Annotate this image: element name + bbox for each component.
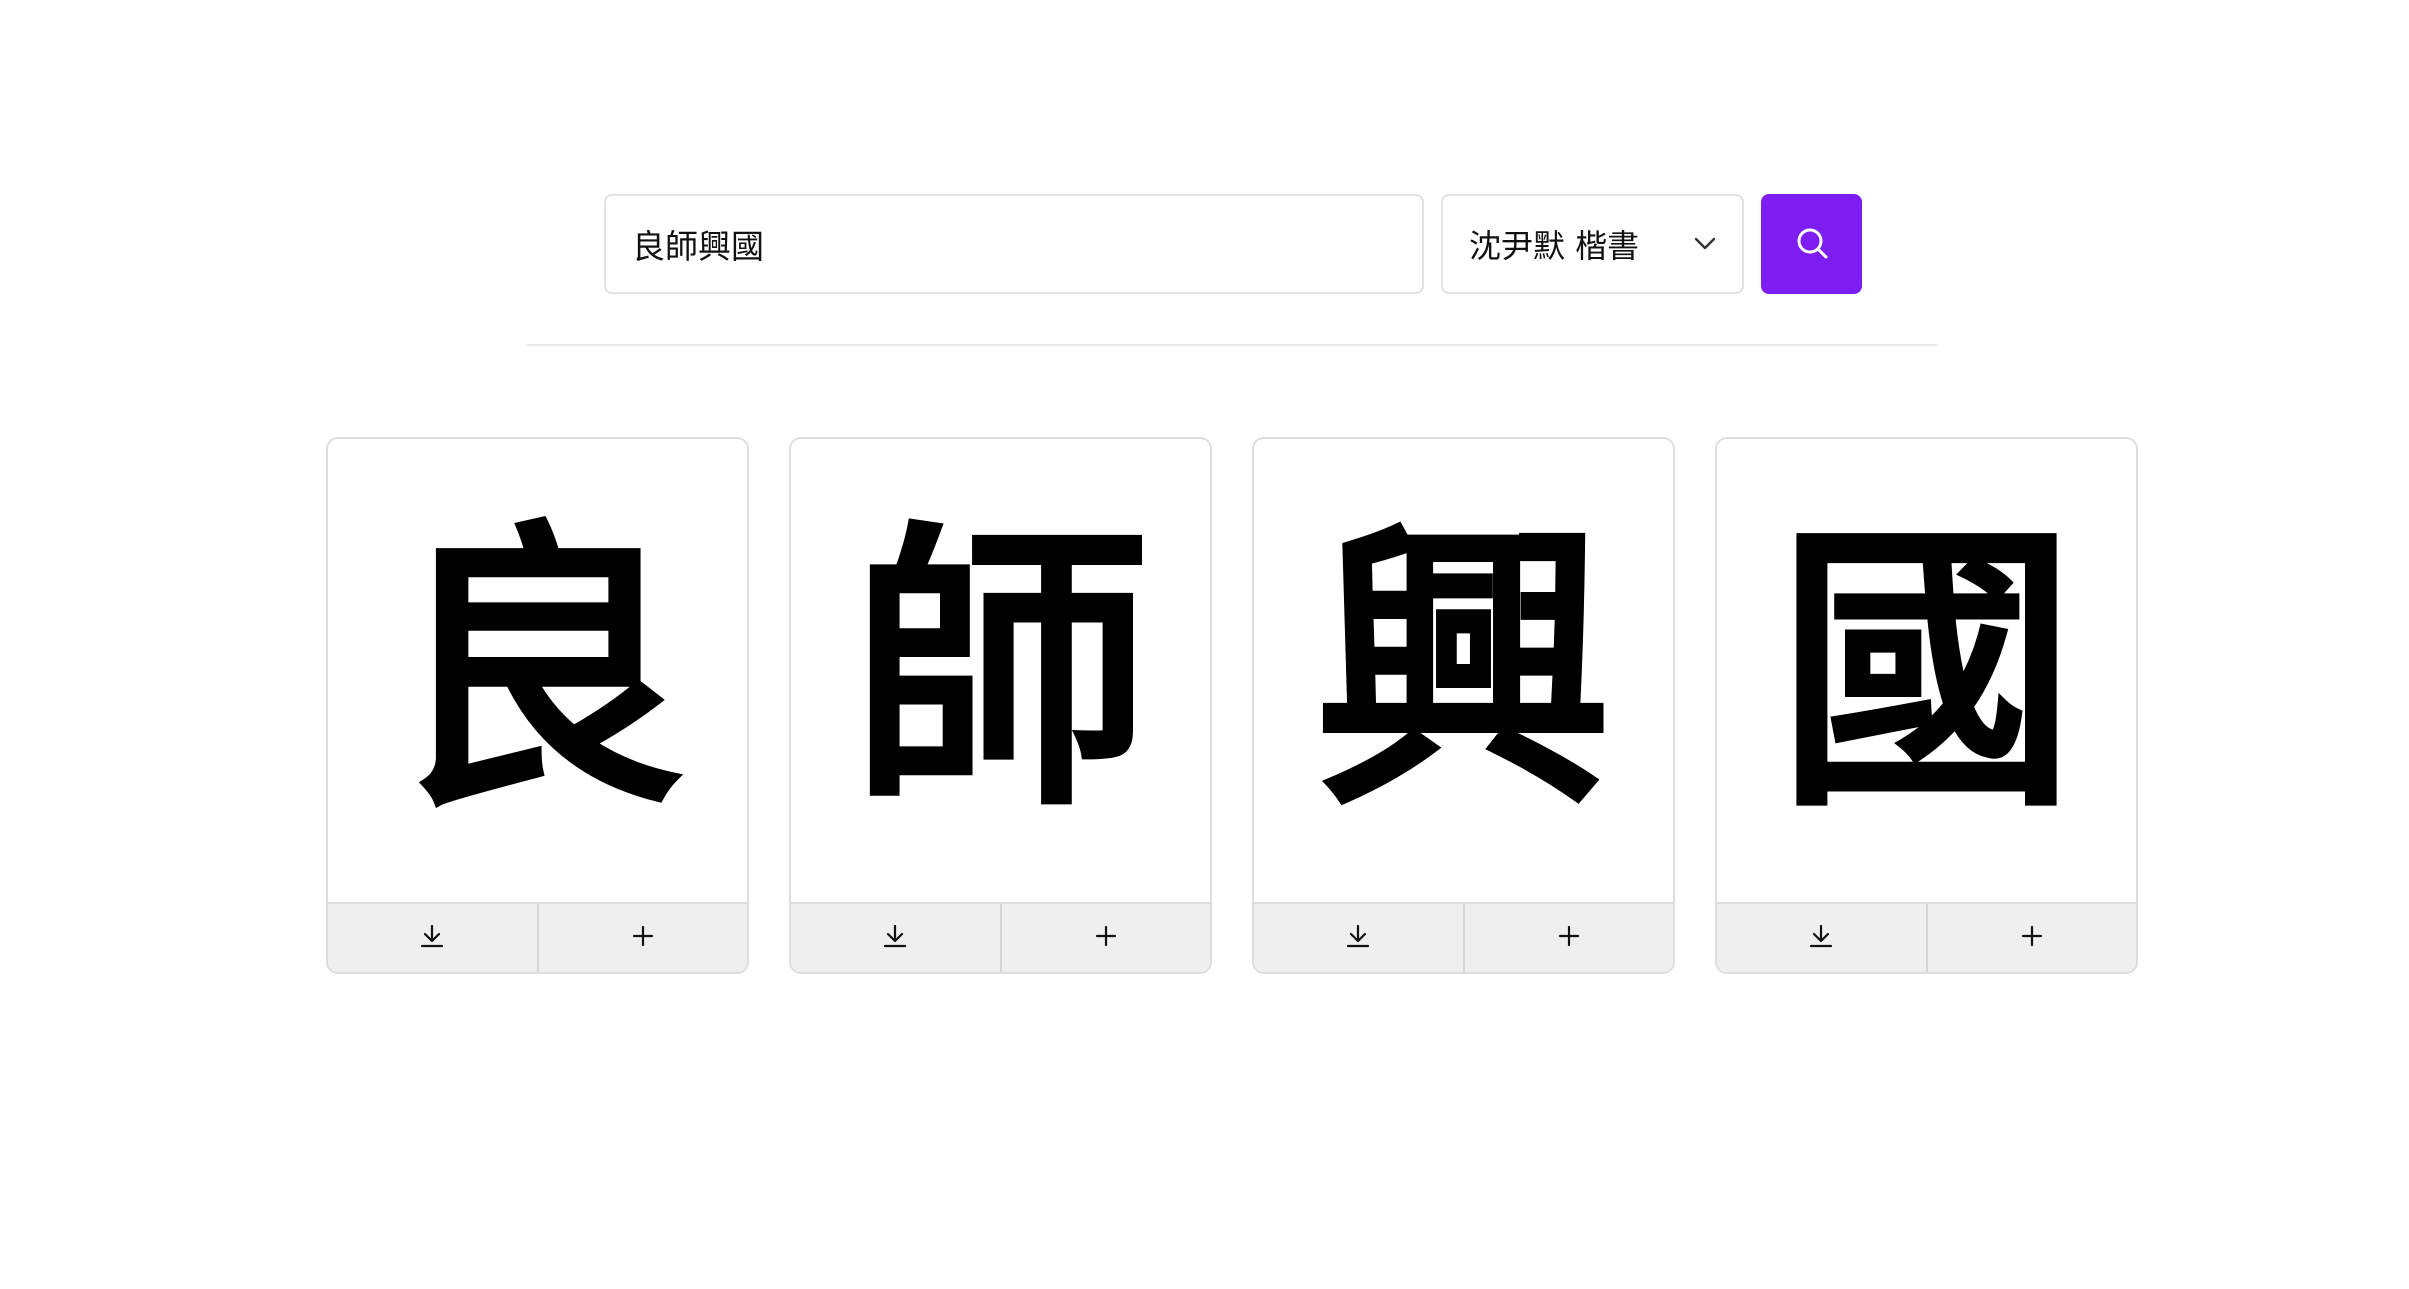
add-button[interactable] (536, 904, 747, 972)
calligraphy-image: 興 (1254, 439, 1673, 902)
calligraphy-character: 良 (387, 493, 688, 847)
card-actions (1254, 902, 1673, 972)
download-button[interactable] (791, 904, 1000, 972)
calligraphy-image: 良 (328, 439, 747, 902)
divider (527, 344, 1937, 346)
result-card: 良 (326, 437, 749, 974)
card-actions (328, 902, 747, 972)
download-button[interactable] (1717, 904, 1926, 972)
results-grid: 良 師 興 國 (326, 437, 2138, 974)
download-icon (419, 923, 445, 953)
download-icon (1345, 923, 1371, 953)
plus-icon (1095, 925, 1117, 951)
download-button[interactable] (1254, 904, 1463, 972)
plus-icon (632, 925, 654, 951)
download-icon (1808, 923, 1834, 953)
result-card: 興 (1252, 437, 1675, 974)
result-card: 師 (789, 437, 1212, 974)
page: 沈尹默 楷書 良 (0, 0, 2409, 1289)
card-actions (791, 902, 1210, 972)
calligrapher-style-select[interactable]: 沈尹默 楷書 (1441, 194, 1744, 294)
chevron-down-icon (1694, 237, 1716, 251)
result-card: 國 (1715, 437, 2138, 974)
calligraphy-image: 國 (1717, 439, 2136, 902)
plus-icon (1558, 925, 1580, 951)
download-icon (882, 923, 908, 953)
search-button[interactable] (1761, 194, 1862, 294)
card-actions (1717, 902, 2136, 972)
calligraphy-character: 國 (1776, 493, 2077, 847)
add-button[interactable] (1925, 904, 2136, 972)
search-input[interactable] (604, 194, 1424, 294)
search-icon (1794, 225, 1830, 264)
calligraphy-character: 師 (850, 493, 1151, 847)
calligrapher-style-selected-value: 沈尹默 楷書 (1469, 227, 1640, 265)
calligraphy-character: 興 (1313, 493, 1614, 847)
add-button[interactable] (1462, 904, 1673, 972)
add-button[interactable] (999, 904, 1210, 972)
plus-icon (2021, 925, 2043, 951)
calligraphy-image: 師 (791, 439, 1210, 902)
download-button[interactable] (328, 904, 537, 972)
search-bar: 沈尹默 楷書 (604, 194, 1862, 294)
